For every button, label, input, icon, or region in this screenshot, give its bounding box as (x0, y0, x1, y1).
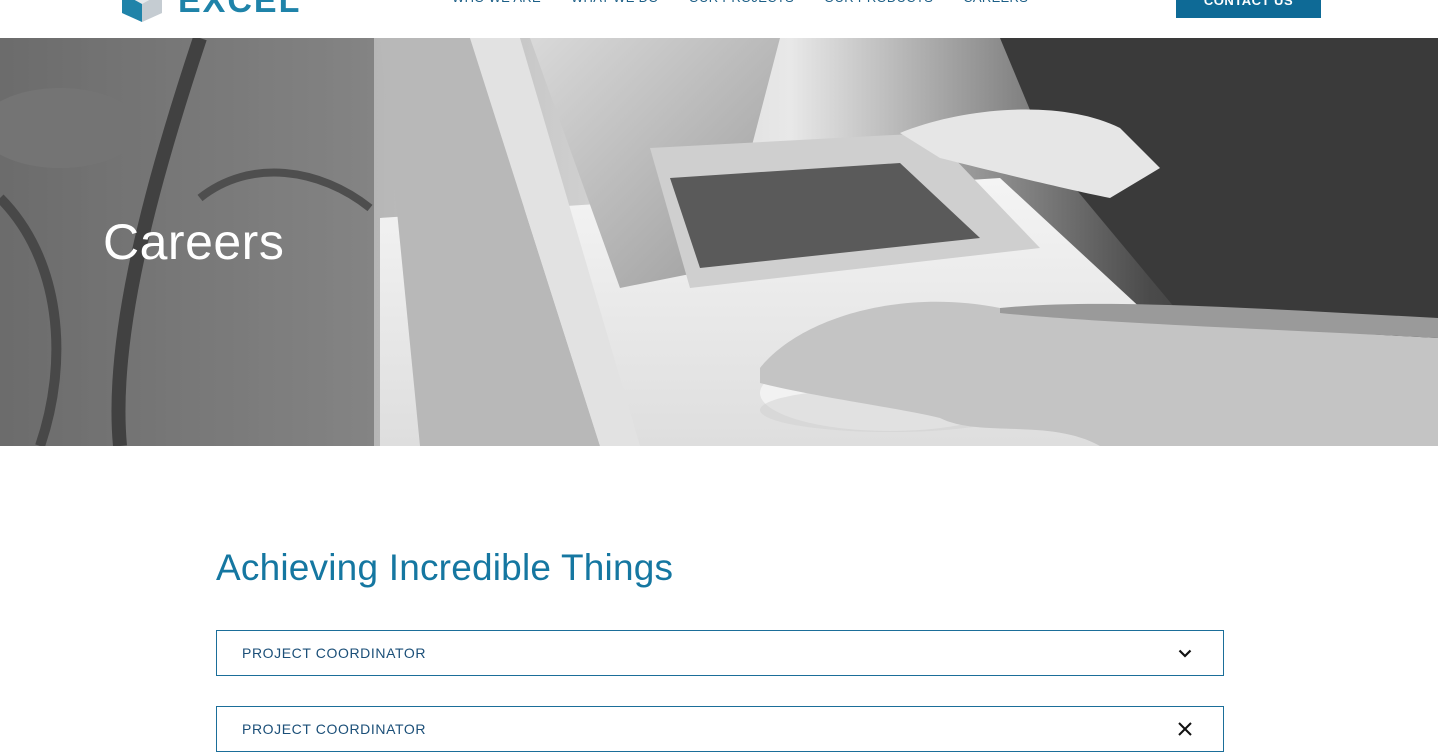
main-nav: WHO WE ARE WHAT WE DO OUR PROJECTS OUR P… (452, 0, 1028, 8)
nav-who-we-are[interactable]: WHO WE ARE (452, 0, 541, 8)
nav-our-projects[interactable]: OUR PROJECTS (689, 0, 794, 8)
chevron-down-icon[interactable] (1176, 644, 1194, 662)
section-heading: Achieving Incredible Things (216, 547, 674, 588)
contact-us-button[interactable]: CONTACT US (1176, 0, 1321, 18)
close-icon[interactable] (1176, 720, 1194, 738)
hero-banner: Careers (0, 38, 1438, 446)
page: EXCEL WHO WE ARE WHAT WE DO OUR PROJECTS… (0, 0, 1438, 754)
accordion-item-project-coordinator-open[interactable]: PROJECT COORDINATOR (216, 706, 1224, 752)
nav-what-we-do[interactable]: WHAT WE DO (571, 0, 659, 8)
nav-careers[interactable]: CAREERS (963, 0, 1028, 8)
accordion-label: PROJECT COORDINATOR (242, 645, 427, 661)
nav-our-products[interactable]: OUR PRODUCTS (824, 0, 933, 8)
site-header: EXCEL WHO WE ARE WHAT WE DO OUR PROJECTS… (0, 0, 1438, 38)
logo[interactable]: EXCEL (118, 0, 301, 22)
logo-mark-icon (122, 0, 162, 22)
accordion-label: PROJECT COORDINATOR (242, 721, 427, 737)
accordion-item-project-coordinator[interactable]: PROJECT COORDINATOR (216, 630, 1224, 676)
page-title: Careers (103, 214, 285, 270)
logo-text: EXCEL (178, 0, 302, 20)
